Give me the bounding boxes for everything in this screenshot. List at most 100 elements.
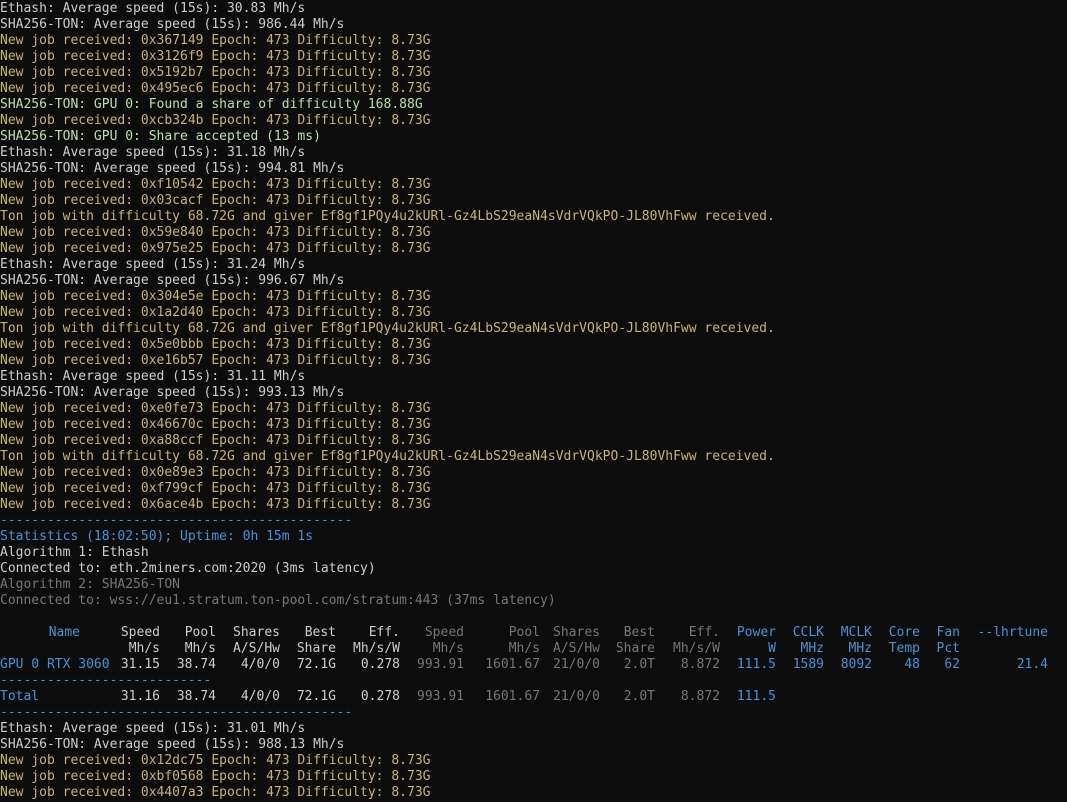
table-header-cell: --lhrtune xyxy=(977,625,1048,640)
table-header-cell: Fan xyxy=(936,625,960,640)
log-line: Ethash: Average speed (15s): 31.24 Mh/s xyxy=(0,257,306,272)
stats-separator-top: ----------------------------------------… xyxy=(0,513,353,528)
log-line: SHA256-TON: Average speed (15s): 993.13 … xyxy=(0,385,345,400)
table-header-unit: MHz xyxy=(800,641,824,656)
table-cell: 111.5 xyxy=(736,657,776,672)
log-line: New job received: 0xe16b57 Epoch: 473 Di… xyxy=(0,353,431,368)
table-header-cell: Speed xyxy=(120,625,160,640)
table-cell: 1601.67 xyxy=(485,689,540,704)
log-line: New job received: 0x5192b7 Epoch: 473 Di… xyxy=(0,65,431,80)
log-line: SHA256-TON: Average speed (15s): 994.81 … xyxy=(0,161,345,176)
table-cell: 993.91 xyxy=(417,689,464,704)
table-cell: 21/0/0 xyxy=(553,689,600,704)
stats-separator-bottom: ----------------------------------------… xyxy=(0,705,353,720)
table-cell: 38.74 xyxy=(176,657,216,672)
table-header-unit: Mh/s xyxy=(184,641,216,656)
table-header-unit: Mh/s xyxy=(432,641,464,656)
log-line: Ethash: Average speed (15s): 31.01 Mh/s xyxy=(0,721,306,736)
log-line: New job received: 0x3126f9 Epoch: 473 Di… xyxy=(0,49,431,64)
table-header-cell: Speed xyxy=(424,625,464,640)
table-header-unit: MHz xyxy=(848,641,872,656)
table-cell: 1589 xyxy=(792,657,824,672)
table-cell: 48 xyxy=(904,657,920,672)
table-cell: 8.872 xyxy=(680,657,720,672)
table-header-cell: CCLK xyxy=(792,625,824,640)
table-header-cell: Pool xyxy=(508,625,540,640)
table-header-cell: Best xyxy=(304,625,336,640)
algorithm-2-label: Algorithm 2: SHA256-TON xyxy=(0,577,181,592)
log-line: Ton job with difficulty 68.72G and giver… xyxy=(0,209,775,224)
log-line: SHA256-TON: GPU 0: Found a share of diff… xyxy=(0,97,423,112)
log-line: New job received: 0xcb324b Epoch: 473 Di… xyxy=(0,113,431,128)
table-cell: 31.16 xyxy=(120,689,160,704)
table-header-unit: Mh/s xyxy=(128,641,160,656)
log-line: New job received: 0x6ace4b Epoch: 473 Di… xyxy=(0,497,431,512)
log-line: New job received: 0x4407a3 Epoch: 473 Di… xyxy=(0,785,431,800)
log-line: SHA256-TON: GPU 0: Share accepted (13 ms… xyxy=(0,129,321,144)
table-header-unit: Mh/s/W xyxy=(353,641,400,656)
stats-header: Statistics (18:02:50); Uptime: 0h 15m 1s xyxy=(0,529,314,544)
log-line: New job received: 0x1a2d40 Epoch: 473 Di… xyxy=(0,305,431,320)
table-header-unit: Temp xyxy=(888,641,920,656)
table-cell: 993.91 xyxy=(417,657,464,672)
log-line: New job received: 0x03cacf Epoch: 473 Di… xyxy=(0,193,431,208)
log-line: New job received: 0x5e0bbb Epoch: 473 Di… xyxy=(0,337,431,352)
total-label-cell: Total xyxy=(0,689,40,704)
log-line: New job received: 0x59e840 Epoch: 473 Di… xyxy=(0,225,431,240)
table-header-cell: MCLK xyxy=(840,625,872,640)
table-cell: 21/0/0 xyxy=(553,657,600,672)
log-line: Ethash: Average speed (15s): 31.18 Mh/s xyxy=(0,145,306,160)
log-line: New job received: 0xf10542 Epoch: 473 Di… xyxy=(0,177,431,192)
terminal-window[interactable]: Ethash: Average speed (15s): 30.83 Mh/s S… xyxy=(0,0,1067,802)
table-header-unit: W xyxy=(768,641,776,656)
log-line: New job received: 0x12dc75 Epoch: 473 Di… xyxy=(0,753,431,768)
log-line: New job received: 0xe0fe73 Epoch: 473 Di… xyxy=(0,401,431,416)
log-line: New job received: 0xbf0568 Epoch: 473 Di… xyxy=(0,769,431,784)
log-line: New job received: 0x304e5e Epoch: 473 Di… xyxy=(0,289,431,304)
table-header-unit: Mh/s/W xyxy=(673,641,720,656)
log-line: SHA256-TON: Average speed (15s): 988.13 … xyxy=(0,737,345,752)
table-header-cell: Eff. xyxy=(688,625,720,640)
log-line: New job received: 0xa88ccf Epoch: 473 Di… xyxy=(0,433,431,448)
table-cell: 1601.67 xyxy=(485,657,540,672)
table-header-cell: Eff. xyxy=(368,625,400,640)
log-line: New job received: 0xf799cf Epoch: 473 Di… xyxy=(0,481,431,496)
table-cell: 111.5 xyxy=(736,689,776,704)
table-header-cell: Power xyxy=(736,625,776,640)
log-line: New job received: 0x46670c Epoch: 473 Di… xyxy=(0,417,431,432)
table-cell: 72.1G xyxy=(296,689,336,704)
table-cell: 2.0T xyxy=(623,689,655,704)
log-line: SHA256-TON: Average speed (15s): 986.44 … xyxy=(0,17,345,32)
table-header-unit: Mh/s xyxy=(508,641,540,656)
table-cell: 62 xyxy=(944,657,960,672)
table-cell: 0.278 xyxy=(360,689,400,704)
log-line: New job received: 0x367149 Epoch: 473 Di… xyxy=(0,33,431,48)
log-line: Ethash: Average speed (15s): 30.83 Mh/s xyxy=(0,1,306,16)
table-header-unit: A/S/Hw xyxy=(233,641,280,656)
table-header-cell: Best xyxy=(623,625,655,640)
table-header-cell: Pool xyxy=(184,625,216,640)
table-cell: 72.1G xyxy=(296,657,336,672)
table-header-cell: Core xyxy=(888,625,920,640)
table-header-unit: A/S/Hw xyxy=(553,641,600,656)
table-cell: 2.0T xyxy=(623,657,655,672)
table-header-unit: Share xyxy=(296,641,336,656)
table-header-cell: Shares xyxy=(233,625,280,640)
table-cell: 8.872 xyxy=(680,689,720,704)
table-cell: 0.278 xyxy=(360,657,400,672)
table-header-cell: Shares xyxy=(553,625,600,640)
algorithm-2-connection: Connected to: wss://eu1.stratum.ton-pool… xyxy=(0,593,556,608)
log-line: Ton job with difficulty 68.72G and giver… xyxy=(0,449,775,464)
table-cell: 31.15 xyxy=(120,657,160,672)
log-line: New job received: 0x495ec6 Epoch: 473 Di… xyxy=(0,81,431,96)
log-line: New job received: 0x975e25 Epoch: 473 Di… xyxy=(0,241,431,256)
table-header-cell: Name xyxy=(48,625,80,640)
table-cell: 4/0/0 xyxy=(240,689,280,704)
table-row-separator: --------------------------- xyxy=(0,673,212,688)
table-header-unit: Share xyxy=(615,641,655,656)
gpu-name-cell: GPU 0 RTX 3060 xyxy=(0,657,110,672)
table-cell: 8092 xyxy=(840,657,872,672)
table-cell: 4/0/0 xyxy=(240,657,280,672)
algorithm-1-connection: Connected to: eth.2miners.com:2020 (3ms … xyxy=(0,561,376,576)
table-cell: 21.4 xyxy=(1016,657,1048,672)
